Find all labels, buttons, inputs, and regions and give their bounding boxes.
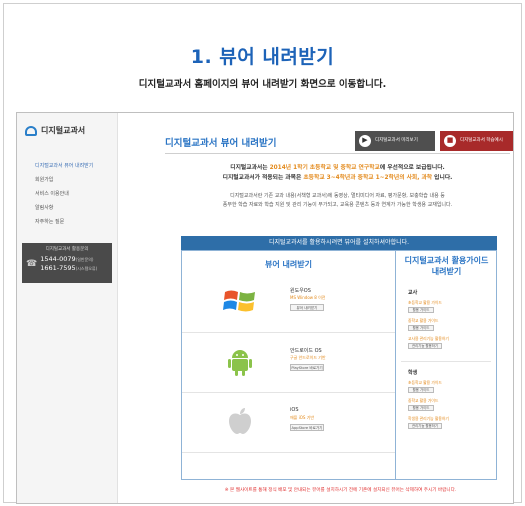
sidebar-item-viewer-download[interactable]: 디지털교과서 뷰어 내려받기 <box>35 159 93 173</box>
os-name-ios: iOS <box>290 407 299 413</box>
preview-button-label: 디지털교과서 미리보기 <box>375 138 418 144</box>
logo-icon <box>25 125 37 136</box>
os-req-windows: MS Window 8 이전 <box>290 295 326 300</box>
intro-line2-a: 디지털교과서가 적용되는 과목은 <box>222 175 304 181</box>
phone-general: 1544-0079 <box>40 255 76 263</box>
teacher-elementary-guide-button[interactable]: 활용 가이드 <box>408 307 434 313</box>
support-callbox: 디지털교과서 활용문의 ☎ 1544-0079(일반문의) 1661-7595(… <box>22 243 112 283</box>
phone-system-note: (시스템오류) <box>75 266 98 271</box>
panel-divider <box>395 251 396 479</box>
sidebar-menu: 디지털교과서 뷰어 내려받기 회원가입 서비스 이용안내 알림사항 자주하는 질… <box>35 159 93 229</box>
os-row-android: 안드로이드 OS 구글 안드로이드 기반 PlayStore 바로가기 <box>182 333 395 393</box>
student-middle-guide-button[interactable]: 활용 가이드 <box>408 405 434 411</box>
playstore-button[interactable]: PlayStore 바로가기 <box>290 364 324 371</box>
teacher-elementary-guide[interactable]: 초등학교 활용 가이드 <box>408 300 442 306</box>
sidebar-item-faq[interactable]: 자주하는 질문 <box>35 215 93 229</box>
sidebar-item-notices[interactable]: 알림사항 <box>35 201 93 215</box>
apple-logo-icon <box>229 408 251 434</box>
student-middle-guide[interactable]: 중학교 활용 가이드 <box>408 398 438 404</box>
phone-system: 1661-7595 <box>40 264 76 272</box>
guide-title: 디지털교과서 활용가이드 내려받기 <box>396 255 497 277</box>
learning-example-button[interactable]: ■ 디지털교과서 학습예시 <box>440 131 513 151</box>
intro-line1-highlight: 2014년 1학기 초등학교 및 중학교 연구학교 <box>269 165 380 171</box>
site-logo[interactable]: 디지털교과서 <box>25 125 85 136</box>
windows-download-button[interactable]: 뷰어 내려받기 <box>290 304 324 311</box>
windows-logo-icon <box>223 290 255 312</box>
play-icon: ▶ <box>359 135 371 147</box>
logo-text: 디지털교과서 <box>41 126 86 135</box>
title-divider <box>165 153 510 154</box>
guide-title-line2: 내려받기 <box>431 267 462 276</box>
android-logo-icon <box>228 350 252 376</box>
download-panel: 뷰어 내려받기 윈도우OS MS Window 8 이전 뷰어 내려받기 안드로… <box>181 250 497 480</box>
teacher-section-label: 교사 <box>408 290 418 296</box>
description-text: 디지털교과서란 기존 교과 내용(서책형 교과서)에 동영상, 멀티미디어 자료… <box>165 192 510 210</box>
viewer-download-title: 뷰어 내려받기 <box>265 260 312 269</box>
sidebar: 디지털교과서 디지털교과서 뷰어 내려받기 회원가입 서비스 이용안내 알림사항… <box>17 113 118 503</box>
book-icon: ■ <box>444 135 456 147</box>
os-req-android: 구글 안드로이드 기반 <box>290 355 326 360</box>
page-title: 1. 뷰어 내려받기 <box>190 46 335 68</box>
intro-line1-c: 에 우선적으로 보급됩니다. <box>379 165 445 171</box>
teacher-middle-guide[interactable]: 중학교 활용 가이드 <box>408 318 438 324</box>
student-section-label: 학생 <box>408 370 418 376</box>
student-manage-guide-button[interactable]: 관리기능 활용하기 <box>408 423 442 429</box>
intro-text: 디지털교과서는 2014년 1학기 초등학교 및 중학교 연구학교에 우선적으로… <box>165 163 510 183</box>
student-manage-guide[interactable]: 학생용 관리기능 활용하기 <box>408 416 449 422</box>
guide-title-line1: 디지털교과서 활용가이드 <box>404 256 489 265</box>
desc-line1: 디지털교과서란 기존 교과 내용(서책형 교과서)에 동영상, 멀티미디어 자료… <box>230 193 445 199</box>
website-screenshot: 디지털교과서 디지털교과서 뷰어 내려받기 회원가입 서비스 이용안내 알림사항… <box>16 112 514 504</box>
install-notice-bar: 디지털교과서를 활용하시려면 뷰어를 설치하셔야합니다. <box>181 236 497 250</box>
teacher-manage-guide-button[interactable]: 관리기능 활용하기 <box>408 343 442 349</box>
teacher-middle-guide-button[interactable]: 활용 가이드 <box>408 325 434 331</box>
desc-line2: 풍부한 학습 자료와 학습 지원 및 관리 기능이 부가되고, 교육용 콘텐츠 … <box>222 202 453 208</box>
os-row-ios: iOS 애플 iOS 기반 AppStore 바로가기 <box>182 393 395 453</box>
callbox-title: 디지털교과서 활용문의 <box>45 247 89 252</box>
intro-line2-c: 입니다. <box>432 175 453 181</box>
student-elementary-guide[interactable]: 초등학교 활용 가이드 <box>408 380 442 386</box>
os-name-windows: 윈도우OS <box>290 288 311 294</box>
os-row-windows: 윈도우OS MS Window 8 이전 뷰어 내려받기 <box>182 273 395 333</box>
footnote: ※ 본 웹사이트를 통해 정식 배포 및 안내되는 뷰어를 설치하시기 전에 기… <box>224 488 457 493</box>
os-name-android: 안드로이드 OS <box>290 348 322 354</box>
appstore-button[interactable]: AppStore 바로가기 <box>290 424 324 431</box>
sidebar-item-signup[interactable]: 회원가입 <box>35 173 93 187</box>
section-title: 디지털교과서 뷰어 내려받기 <box>165 138 277 149</box>
sidebar-item-service-guide[interactable]: 서비스 이용안내 <box>35 187 93 201</box>
student-elementary-guide-button[interactable]: 활용 가이드 <box>408 387 434 393</box>
teacher-manage-guide[interactable]: 교사용 관리기능 활용하기 <box>408 336 449 342</box>
learning-example-button-label: 디지털교과서 학습예시 <box>460 138 503 144</box>
intro-line2-highlight: 초등학교 3~4학년과 중학교 1~2학년의 사회, 과학 <box>303 175 433 181</box>
os-req-ios: 애플 iOS 기반 <box>290 415 315 420</box>
phone-icon: ☎ <box>26 259 38 269</box>
page-subtitle: 디지털교과서 홈페이지의 뷰어 내려받기 화면으로 이동합니다. <box>138 79 387 90</box>
phone-general-note: (일반문의) <box>75 257 94 262</box>
guide-divider <box>401 361 491 362</box>
callbox-phones: ☎ 1544-0079(일반문의) 1661-7595(시스템오류) <box>26 255 108 273</box>
main-content: 디지털교과서 뷰어 내려받기 ▶ 디지털교과서 미리보기 ■ 디지털교과서 학습… <box>118 113 513 503</box>
preview-button[interactable]: ▶ 디지털교과서 미리보기 <box>355 131 435 151</box>
intro-line1-a: 디지털교과서는 <box>230 165 270 171</box>
